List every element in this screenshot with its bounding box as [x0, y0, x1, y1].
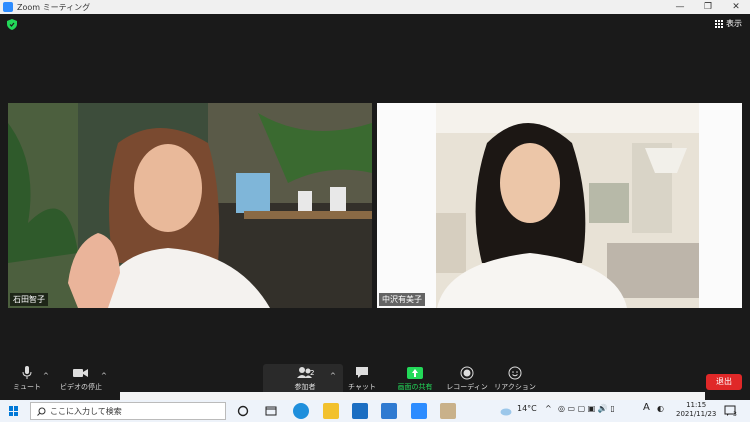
search-placeholder: ここに入力して検索 [50, 406, 122, 416]
file-explorer-icon[interactable] [323, 403, 339, 419]
clock-time: 11:15 [686, 401, 707, 409]
taskbar-clock[interactable]: 11:15 2021/11/23 [676, 401, 716, 419]
taskbar-search-box[interactable]: ここに入力して検索 [30, 402, 226, 420]
stop-video-button[interactable]: ビデオの停止 [60, 366, 102, 392]
view-button[interactable]: 表示 [715, 18, 742, 29]
restore-button[interactable]: ❐ [694, 2, 722, 12]
weather-temperature[interactable]: 14°C [517, 404, 537, 413]
chat-label: チャット [348, 383, 376, 391]
participant-name-label: 石田智子 [10, 293, 48, 306]
participants-options-chevron-icon[interactable]: ^ [330, 372, 336, 380]
zoom-taskbar-icon[interactable] [411, 403, 427, 419]
participant-video-2 [377, 103, 742, 308]
weather-cloud-icon[interactable] [500, 406, 512, 416]
participants-button[interactable]: 参加者 [288, 366, 322, 392]
clock-date: 2021/11/23 [676, 410, 717, 418]
leave-meeting-button[interactable]: 退出 [706, 374, 742, 390]
stop-video-label: ビデオの停止 [60, 383, 102, 391]
mail-icon[interactable] [381, 403, 397, 419]
participants-count: 2 [310, 369, 315, 377]
cortana-icon[interactable] [237, 405, 249, 417]
share-screen-button[interactable]: 画面の共有 [394, 366, 436, 392]
reactions-button[interactable]: リアクション [494, 366, 536, 392]
windows-start-icon[interactable] [9, 406, 19, 416]
window-titlebar: Zoom ミーティング — ❐ ✕ [0, 0, 750, 14]
smile-icon [508, 366, 522, 380]
participant-name-label: 中沢有美子 [379, 293, 425, 306]
windows-taskbar: ここに入力して検索 14°C ^ ◎ ▭ ▢ ▣ 🔊 ▯ A ◐ 11:15 2… [0, 400, 750, 422]
security-shield-icon[interactable] [7, 19, 17, 30]
ime-mode-icon[interactable]: ◐ [657, 404, 664, 413]
chat-button[interactable]: チャット [345, 366, 379, 392]
edge-icon[interactable] [293, 403, 309, 419]
task-view-icon[interactable] [265, 405, 277, 417]
participants-label: 参加者 [294, 383, 316, 391]
show-hidden-icons-chevron-icon[interactable]: ^ [545, 404, 552, 413]
overlapping-window-strip [120, 392, 705, 400]
view-label: 表示 [726, 19, 742, 28]
video-tile-2[interactable]: 中沢有美子 [377, 103, 742, 308]
mute-label: ミュート [13, 383, 41, 391]
video-options-chevron-icon[interactable]: ^ [101, 372, 107, 380]
chat-icon [356, 367, 368, 378]
mute-button[interactable]: ミュート [12, 366, 42, 392]
search-icon [37, 407, 46, 416]
window-title: Zoom ミーティング [17, 2, 91, 12]
store-icon[interactable] [352, 403, 368, 419]
share-screen-icon [407, 367, 423, 379]
close-button[interactable]: ✕ [722, 2, 750, 12]
zoom-app-icon [3, 2, 13, 12]
participant-video-1 [8, 103, 372, 308]
system-tray-icons[interactable]: ◎ ▭ ▢ ▣ 🔊 ▯ [558, 404, 615, 413]
video-camera-icon [73, 369, 88, 377]
reactions-label: リアクション [494, 383, 536, 391]
share-screen-label: 画面の共有 [397, 383, 433, 391]
grid-view-icon [715, 19, 723, 28]
notification-count: 3 [733, 411, 737, 418]
minimize-button[interactable]: — [666, 2, 694, 12]
paint-icon[interactable] [440, 403, 456, 419]
microphone-icon [22, 366, 32, 379]
audio-options-chevron-icon[interactable]: ^ [43, 372, 49, 380]
ime-indicator[interactable]: A [643, 402, 650, 413]
record-icon [460, 366, 474, 380]
meeting-topbar: 表示 [0, 14, 750, 34]
video-tile-1[interactable]: 石田智子 [8, 103, 372, 308]
